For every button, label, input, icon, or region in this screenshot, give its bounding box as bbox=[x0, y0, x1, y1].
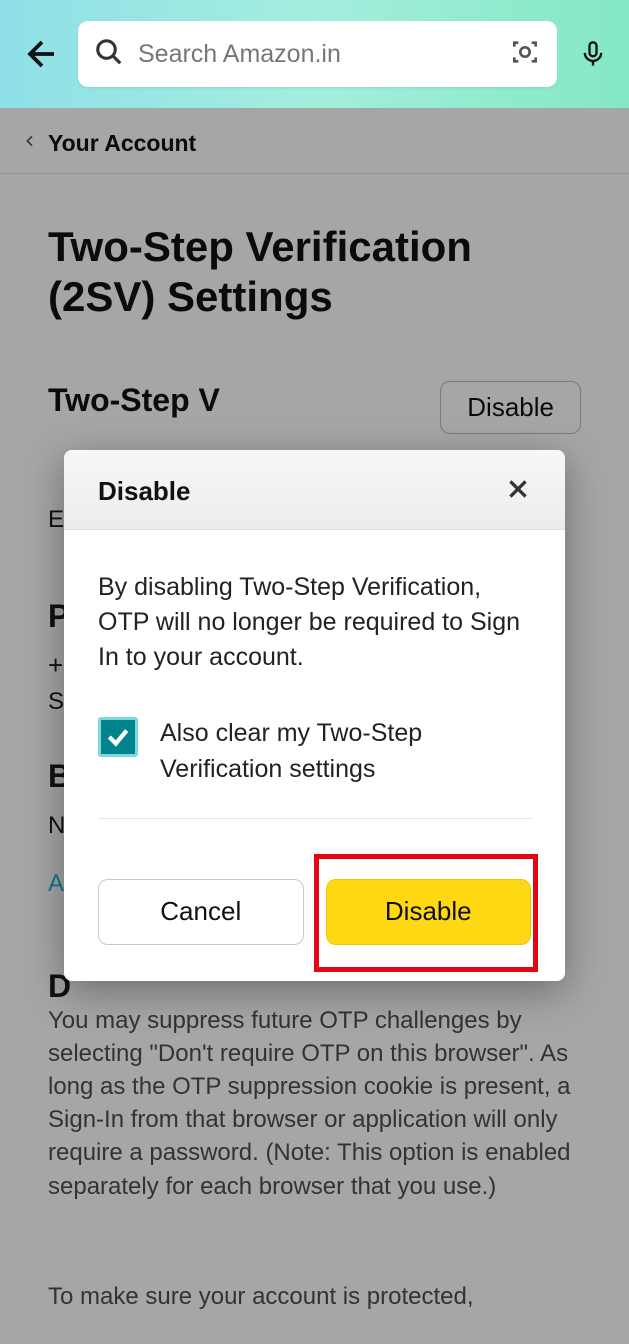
checkbox-label: Also clear my Two-Step Verification sett… bbox=[160, 715, 531, 788]
modal-divider bbox=[98, 818, 531, 819]
modal-body: By disabling Two-Step Verification, OTP … bbox=[64, 530, 565, 879]
bg-fragment: A bbox=[48, 870, 64, 898]
search-box[interactable]: Search Amazon.in bbox=[78, 21, 557, 87]
otp-paragraph: You may suppress future OTP challenges b… bbox=[48, 1004, 581, 1203]
arrow-left-icon bbox=[21, 36, 57, 72]
camera-lens-icon[interactable] bbox=[509, 36, 541, 73]
protected-line: To make sure your account is protected, bbox=[48, 1280, 581, 1313]
bg-fragment: + bbox=[48, 650, 63, 681]
disable-confirm-button[interactable]: Disable bbox=[326, 879, 532, 945]
search-placeholder: Search Amazon.in bbox=[138, 40, 495, 69]
modal-header: Disable bbox=[64, 450, 565, 530]
bg-fragment: E bbox=[48, 506, 64, 534]
back-button[interactable] bbox=[18, 33, 60, 75]
checkbox-checked[interactable] bbox=[98, 717, 138, 757]
modal-description: By disabling Two-Step Verification, OTP … bbox=[98, 570, 531, 675]
clear-settings-checkbox-row[interactable]: Also clear my Two-Step Verification sett… bbox=[98, 715, 531, 788]
modal-close-button[interactable] bbox=[505, 476, 531, 507]
close-icon bbox=[505, 476, 531, 502]
top-bar: Search Amazon.in bbox=[0, 0, 629, 108]
modal-title: Disable bbox=[98, 476, 191, 507]
search-icon bbox=[94, 37, 124, 72]
bg-fragment: N bbox=[48, 812, 65, 840]
check-icon bbox=[105, 724, 131, 750]
disable-modal: Disable By disabling Two-Step Verificati… bbox=[64, 450, 565, 981]
cancel-button[interactable]: Cancel bbox=[98, 879, 304, 945]
microphone-icon bbox=[579, 40, 607, 68]
microphone-button[interactable] bbox=[575, 40, 611, 68]
modal-actions: Cancel Disable bbox=[64, 879, 565, 981]
bg-fragment: S bbox=[48, 688, 64, 716]
